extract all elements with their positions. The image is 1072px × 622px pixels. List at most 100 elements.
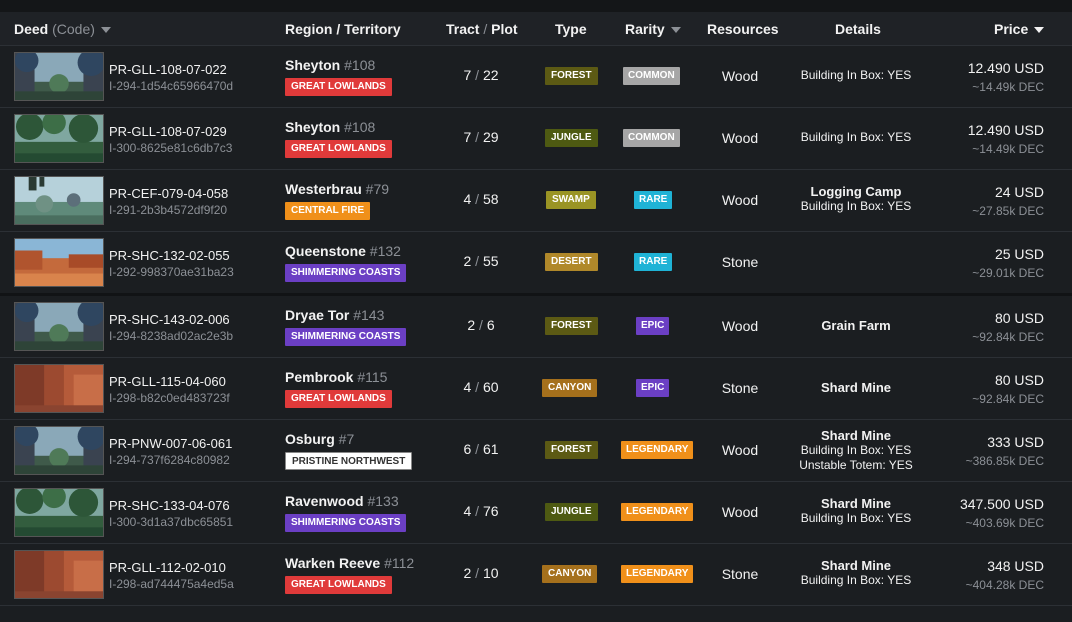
price-usd: 80 USD bbox=[994, 310, 1044, 326]
chevron-down-icon[interactable] bbox=[670, 27, 681, 34]
deed-column-header[interactable]: Deed (Code) bbox=[14, 12, 111, 46]
details-cell: Shard Mine Building In Box: YES bbox=[790, 496, 922, 526]
deed-hash: I-298-ad744475a4ed5a bbox=[109, 577, 234, 591]
detail-line: Building In Box: YES bbox=[800, 199, 912, 213]
type-column-header[interactable]: Type bbox=[555, 12, 587, 46]
resource: Wood bbox=[721, 442, 759, 458]
deed-hash: I-294-737f6284c80982 bbox=[109, 453, 230, 467]
deed-thumbnail[interactable] bbox=[14, 550, 104, 599]
region-name[interactable]: Pembrook #115 bbox=[285, 369, 387, 385]
price-column-header[interactable]: Price bbox=[994, 12, 1045, 46]
tract-plot: 4 / 76 bbox=[440, 503, 522, 519]
deed-thumbnail[interactable] bbox=[14, 488, 104, 537]
price-usd: 12.490 USD bbox=[967, 122, 1044, 138]
region-name[interactable]: Osburg #7 bbox=[285, 431, 354, 447]
territory-badge: SHIMMERING COASTS bbox=[285, 514, 407, 532]
deed-thumbnail[interactable] bbox=[14, 302, 104, 351]
deed-row[interactable]: PR-GLL-108-07-022 I-294-1d54c65966470d She… bbox=[0, 46, 1072, 108]
rarity-badge: COMMON bbox=[623, 67, 680, 85]
territory-badge: GREAT LOWLANDS bbox=[285, 140, 392, 158]
tract-number: 4 bbox=[463, 379, 472, 395]
territory-badge: GREAT LOWLANDS bbox=[285, 576, 392, 594]
plot-number: 6 bbox=[486, 317, 495, 333]
plot-number: 61 bbox=[482, 441, 499, 457]
deed-row[interactable]: PR-GLL-115-04-060 I-298-b82c0ed483723f Pem… bbox=[0, 358, 1072, 420]
deed-row[interactable]: PR-SHC-143-02-006 I-294-8238ad02ac2e3b Dry… bbox=[0, 296, 1072, 358]
deed-code[interactable]: PR-SHC-133-04-076 bbox=[109, 498, 230, 513]
plot-number: 10 bbox=[482, 565, 499, 581]
deed-row[interactable]: PR-CEF-079-04-058 I-291-2b3b4572df9f20 Wes… bbox=[0, 170, 1072, 232]
tract-plot-separator: / bbox=[475, 191, 480, 207]
deed-code[interactable]: PR-GLL-112-02-010 bbox=[109, 560, 226, 575]
resource: Wood bbox=[721, 130, 759, 146]
price-usd: 333 USD bbox=[987, 434, 1044, 450]
tract-header-label: Tract bbox=[446, 21, 480, 37]
detail-line: Building In Box: YES bbox=[800, 130, 912, 144]
deed-code[interactable]: PR-CEF-079-04-058 bbox=[109, 186, 228, 201]
resources-column-header[interactable]: Resources bbox=[707, 12, 779, 46]
type-badge: JUNGLE bbox=[545, 129, 598, 147]
deed-code[interactable]: PR-GLL-115-04-060 bbox=[109, 374, 226, 389]
deed-code[interactable]: PR-GLL-108-07-022 bbox=[109, 62, 227, 77]
region-name[interactable]: Warken Reeve #112 bbox=[285, 555, 414, 571]
deed-code[interactable]: PR-SHC-143-02-006 bbox=[109, 312, 230, 327]
deed-row[interactable]: PR-GLL-112-02-010 I-298-ad744475a4ed5a War… bbox=[0, 544, 1072, 606]
deed-code[interactable]: PR-PNW-007-06-061 bbox=[109, 436, 232, 451]
region-name[interactable]: Westerbrau #79 bbox=[285, 181, 389, 197]
region-number: #112 bbox=[384, 555, 415, 571]
region-name[interactable]: Ravenwood #133 bbox=[285, 493, 399, 509]
deed-row[interactable]: PR-GLL-108-07-029 I-300-8625e81c6db7c3 She… bbox=[0, 108, 1072, 170]
region-number: #7 bbox=[338, 431, 355, 447]
region-name-text: Westerbrau bbox=[285, 181, 362, 197]
plot-number: 60 bbox=[482, 379, 499, 395]
tract-plot-separator: / bbox=[479, 317, 483, 333]
price-dec: ~92.84k DEC bbox=[972, 330, 1044, 344]
deed-thumbnail[interactable] bbox=[14, 364, 104, 413]
chevron-down-icon[interactable] bbox=[100, 27, 111, 34]
deed-row[interactable]: PR-PNW-007-06-061 I-294-737f6284c80982 Osb… bbox=[0, 420, 1072, 482]
plot-number: 22 bbox=[482, 67, 499, 83]
region-name[interactable]: Queenstone #132 bbox=[285, 243, 401, 259]
tract-number: 7 bbox=[463, 129, 472, 145]
detail-line: Building In Box: YES bbox=[800, 68, 912, 82]
price-dec: ~14.49k DEC bbox=[972, 80, 1044, 94]
rarity-header-label: Rarity bbox=[625, 21, 665, 37]
tract-plot-separator: / bbox=[483, 21, 488, 37]
deed-code[interactable]: PR-GLL-108-07-029 bbox=[109, 124, 227, 139]
deed-code[interactable]: PR-SHC-132-02-055 bbox=[109, 248, 230, 263]
top-strip bbox=[0, 0, 1072, 12]
region-name-text: Queenstone bbox=[285, 243, 366, 259]
deed-row[interactable]: PR-SHC-133-04-076 I-300-3d1a37dbc65851 Rav… bbox=[0, 482, 1072, 544]
type-badge: DESERT bbox=[545, 253, 598, 271]
tract-number: 4 bbox=[463, 503, 472, 519]
tract-plot-separator: / bbox=[475, 253, 480, 269]
region-name[interactable]: Sheyton #108 bbox=[285, 57, 375, 73]
tract-plot: 4 / 58 bbox=[440, 191, 522, 207]
price-usd: 80 USD bbox=[994, 372, 1044, 388]
deed-hash: I-298-b82c0ed483723f bbox=[109, 391, 230, 405]
deed-thumbnail[interactable] bbox=[14, 238, 104, 287]
rarity-column-header[interactable]: Rarity bbox=[625, 12, 681, 46]
resource: Stone bbox=[721, 380, 759, 396]
deed-thumbnail[interactable] bbox=[14, 52, 104, 101]
tract-plot-separator: / bbox=[475, 565, 480, 581]
detail-line: Building In Box: YES bbox=[800, 511, 912, 525]
region-name[interactable]: Sheyton #108 bbox=[285, 119, 375, 135]
deed-thumbnail[interactable] bbox=[14, 176, 104, 225]
region-column-header[interactable]: Region / Territory bbox=[285, 12, 401, 46]
deed-thumbnail[interactable] bbox=[14, 426, 104, 475]
tract-plot-column-header[interactable]: Tract / Plot bbox=[446, 12, 518, 46]
region-name[interactable]: Dryae Tor #143 bbox=[285, 307, 384, 323]
deed-thumbnail[interactable] bbox=[14, 114, 104, 163]
detail-line: Unstable Totem: YES bbox=[799, 458, 913, 472]
details-cell: Building In Box: YES bbox=[790, 68, 922, 83]
deed-code-header-label: (Code) bbox=[52, 21, 95, 37]
plot-number: 55 bbox=[482, 253, 499, 269]
deed-list: PR-GLL-108-07-022 I-294-1d54c65966470d She… bbox=[0, 46, 1072, 606]
chevron-down-icon[interactable] bbox=[1034, 27, 1045, 34]
price-usd: 25 USD bbox=[994, 246, 1044, 262]
deed-hash: I-294-8238ad02ac2e3b bbox=[109, 329, 234, 343]
resource: Wood bbox=[721, 68, 759, 84]
deed-row[interactable]: PR-SHC-132-02-055 I-292-998370ae31ba23 Que… bbox=[0, 232, 1072, 296]
details-column-header[interactable]: Details bbox=[835, 12, 881, 46]
